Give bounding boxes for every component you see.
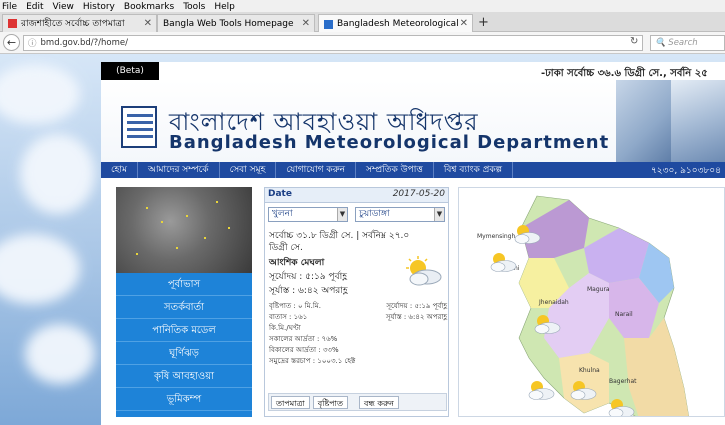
- menu-item-agro-weather[interactable]: কৃষি আবহাওয়া: [116, 365, 252, 388]
- tab-title: Bangladesh Meteorological: [337, 19, 459, 29]
- detail-sunrise: সূর্যোদয় : ৫:১৯ পূর্বাহ্ণ: [386, 302, 447, 310]
- menu-item-forecast[interactable]: পূর্বাভাস: [116, 273, 252, 296]
- beta-badge: (Beta): [101, 62, 159, 80]
- region-label-bagerhat: Bagerhat: [609, 378, 637, 385]
- temperature-unit-line: ডিগ্রী সে.: [269, 243, 303, 253]
- sunset-text: সূর্যাস্ত : ৬:৪২ অপরাহ্ণ: [269, 286, 348, 296]
- district-select[interactable]: চুয়াডাঙ্গা ▼: [355, 207, 445, 222]
- browser-tab-3[interactable]: Bangladesh Meteorological ✕: [318, 14, 473, 33]
- bangladesh-map[interactable]: Mymensingh Rajshahi Jhenaidah Magura Nar…: [459, 188, 725, 417]
- nav-services[interactable]: সেবা সমূহ: [220, 162, 277, 178]
- site-banner: বাংলাদেশ আবহাওয়া অধিদপ্তর Bangladesh Me…: [101, 80, 725, 162]
- background-cloud: [20, 134, 95, 214]
- close-icon[interactable]: ✕: [302, 18, 310, 29]
- region-label-jhenaidah: Jhenaidah: [538, 299, 569, 306]
- menu-help[interactable]: Help: [214, 2, 235, 12]
- detail-wind: বাতাস : ১৬১: [269, 313, 308, 321]
- search-icon: 🔍: [655, 38, 666, 48]
- browser-tab-2[interactable]: Bangla Web Tools Homepage ✕: [157, 14, 315, 32]
- menu-history[interactable]: History: [83, 2, 115, 12]
- nav-about[interactable]: আমাদের সম্পর্কে: [138, 162, 220, 178]
- region-label-narail: Narail: [615, 311, 633, 318]
- nav-recent-data[interactable]: সম্প্রতিক উপাত্ত: [356, 162, 434, 178]
- date-value: 2017-05-20: [392, 189, 445, 199]
- chevron-down-icon: ▼: [337, 208, 347, 221]
- nav-contact[interactable]: যোগাযোগ করুন: [276, 162, 357, 178]
- menu-edit[interactable]: Edit: [26, 2, 43, 12]
- background-cloud: [25, 324, 95, 384]
- menu-item-numerical-model[interactable]: পানিতিক মডেল: [116, 319, 252, 342]
- detail-morning-humidity: সকালের আর্দ্রতা : ৭৬%: [269, 335, 338, 343]
- region-label-khulna: Khulna: [579, 367, 600, 374]
- new-tab-icon[interactable]: +: [478, 15, 489, 30]
- background-cloud: [0, 234, 80, 304]
- navigation-bar: ← ⓘ bmd.gov.bd/?/home/ ↻ 🔍 Search: [0, 32, 725, 54]
- forecast-tabs: তাপমাত্রা বৃষ্টিপাত বন্ধ করুন: [268, 393, 447, 411]
- region-label-magura: Magura: [587, 286, 610, 293]
- menu-view[interactable]: View: [53, 2, 74, 12]
- menu-tools[interactable]: Tools: [183, 2, 205, 12]
- detail-evening-humidity: বিকালের আর্দ্রতা : ৩৩%: [269, 346, 339, 354]
- forecast-panel: Date 2017-05-20 খুলনা ▼ চুয়াডাঙ্গা ▼ সর…: [264, 187, 449, 417]
- site-nav: হোম আমাদের সম্পর্কে সেবা সমূহ যোগাযোগ কর…: [101, 162, 725, 178]
- search-input[interactable]: 🔍 Search: [650, 35, 725, 51]
- date-label: Date: [268, 189, 292, 199]
- sunrise-text: সূর্যোদয় : ৫:১৯ পূর্বাহ্ণ: [269, 272, 347, 282]
- nav-world-bank-project[interactable]: বিশ্ব ব্যাংক প্রকল্প: [434, 162, 514, 178]
- detail-rainfall: বৃষ্টিপাত : ০ মি.মি.: [269, 302, 321, 310]
- division-value: খুলনা: [272, 209, 293, 219]
- detail-sea-pressure: সমুদ্রের স্তরচাপ : ১০০৩.১ হেক্ট: [269, 357, 356, 365]
- banner-building-image: [671, 80, 725, 162]
- weather-map-panel: Mymensingh Rajshahi Jhenaidah Magura Nar…: [458, 187, 725, 417]
- region-label-mymensingh: Mymensingh: [477, 233, 515, 240]
- menu-item-earthquake[interactable]: ভূমিকম্প: [116, 388, 252, 411]
- info-icon: ⓘ: [28, 39, 37, 49]
- menu-bookmarks[interactable]: Bookmarks: [124, 2, 174, 12]
- close-icon[interactable]: ✕: [460, 18, 468, 29]
- background-cloud: [0, 64, 80, 124]
- tab-strip: রাজশাহীতে সর্বোচ্চ তাপমাত্রা ✕ Bangla We…: [0, 12, 725, 33]
- nav-phone: ৭২৩০, ৯১০৩৮০৪: [650, 165, 721, 176]
- url-text: bmd.gov.bd/?/home/: [40, 38, 128, 48]
- satellite-image[interactable]: [116, 187, 252, 273]
- gmail-icon: [8, 19, 17, 28]
- partly-cloudy-icon: [406, 256, 442, 286]
- menu-item-warning[interactable]: সতর্কবার্তা: [116, 296, 252, 319]
- chevron-down-icon: ▼: [434, 208, 444, 221]
- tab-temperature[interactable]: তাপমাত্রা: [271, 396, 310, 409]
- detail-wind-unit: কি.মি./ঘণ্টা: [269, 324, 301, 332]
- browser-tab-1[interactable]: রাজশাহীতে সর্বোচ্চ তাপমাত্রা ✕: [2, 14, 157, 32]
- close-button[interactable]: বন্ধ করুন: [359, 396, 399, 409]
- url-bar[interactable]: ⓘ bmd.gov.bd/?/home/: [23, 35, 643, 51]
- district-value: চুয়াডাঙ্গা: [359, 209, 390, 219]
- detail-sunset: সূর্যাস্ত : ৬:৪২ অপরাহ্ণ: [385, 313, 447, 321]
- reload-icon[interactable]: ↻: [630, 36, 638, 47]
- menu-file[interactable]: File: [2, 2, 17, 12]
- tab-title: Bangla Web Tools Homepage: [163, 18, 294, 29]
- division-select[interactable]: খুলনা ▼: [268, 207, 348, 222]
- tab-title: রাজশাহীতে সর্বোচ্চ তাপমাত্রা: [21, 19, 125, 29]
- forecast-header: Date 2017-05-20: [265, 188, 448, 203]
- search-placeholder: Search: [668, 38, 698, 48]
- region-barisal: [559, 353, 609, 413]
- partly-cloudy-icon: [490, 253, 517, 272]
- left-menu: পূর্বাভাস সতর্কবার্তা পানিতিক মডেল ঘূর্ণ…: [116, 273, 252, 417]
- menu-item-cyclone[interactable]: ঘূর্ণিঝড়: [116, 342, 252, 365]
- site-favicon-icon: [324, 19, 333, 29]
- condition-text: আংশিক মেঘলা: [269, 258, 325, 268]
- left-column: পূর্বাভাস সতর্কবার্তা পানিতিক মডেল ঘূর্ণ…: [116, 187, 252, 417]
- site-title-english: Bangladesh Meteorological Department: [169, 132, 610, 153]
- tab-rainfall[interactable]: বৃষ্টিপাত: [312, 396, 349, 409]
- nav-home[interactable]: হোম: [101, 162, 138, 178]
- bmd-logo-icon: [121, 106, 157, 148]
- banner-building-image: [616, 80, 671, 162]
- close-icon[interactable]: ✕: [144, 18, 152, 29]
- forecast-details: বৃষ্টিপাত : ০ মি.মি. সূর্যোদয় : ৫:১৯ পূর…: [269, 301, 447, 367]
- web-page: (Beta) -ঢাকা সর্বোচ্চ ৩৬.৬ ডিগ্রী সে., স…: [0, 54, 725, 425]
- back-arrow-icon[interactable]: ←: [3, 34, 20, 51]
